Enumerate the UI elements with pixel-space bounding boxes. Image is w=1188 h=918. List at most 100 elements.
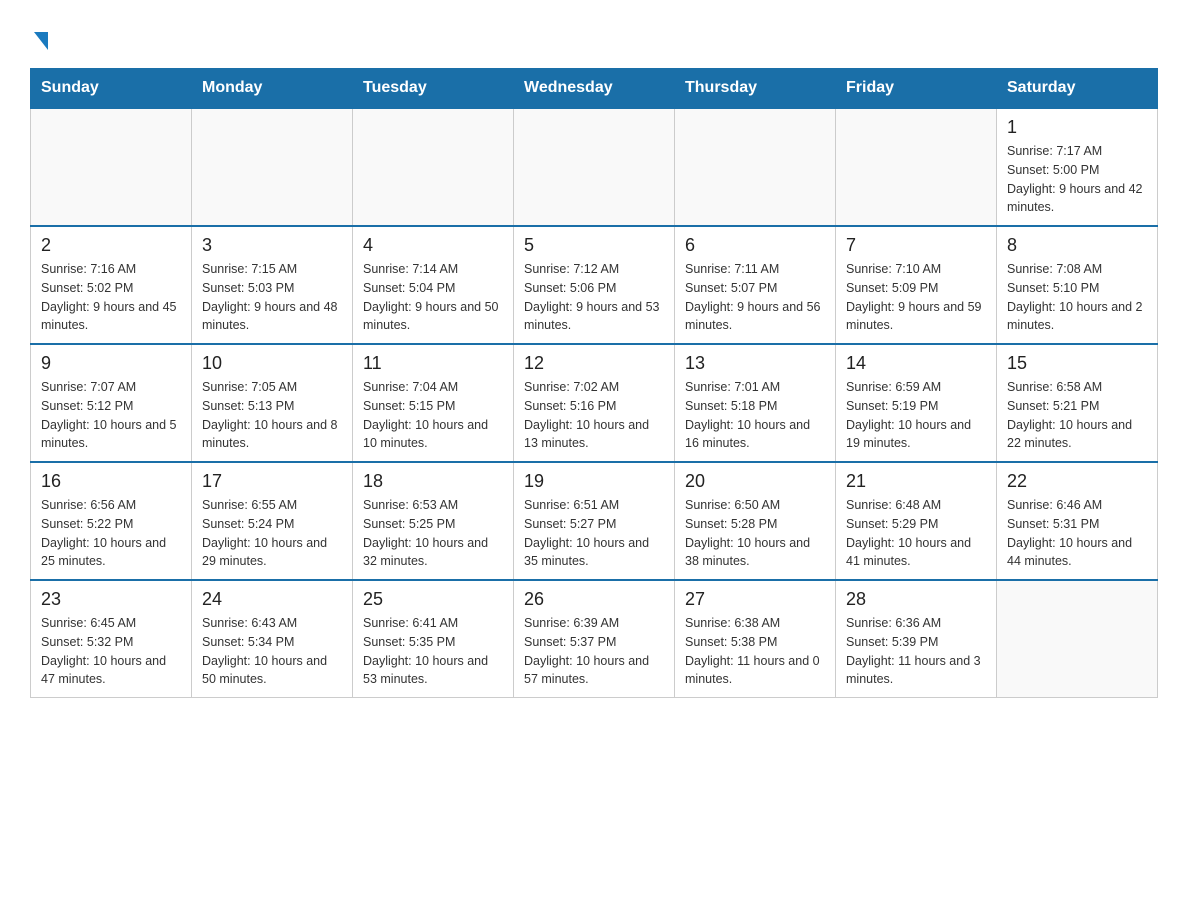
day-info: Sunrise: 6:36 AMSunset: 5:39 PMDaylight:… — [846, 614, 986, 689]
weekday-header-saturday: Saturday — [997, 69, 1158, 109]
logo-arrow-icon — [34, 32, 48, 50]
calendar-cell: 28Sunrise: 6:36 AMSunset: 5:39 PMDayligh… — [836, 580, 997, 698]
weekday-header-monday: Monday — [192, 69, 353, 109]
calendar-cell: 27 Sunrise: 6:38 AMSunset: 5:38 PMDayligh… — [675, 580, 836, 698]
day-info: Sunrise: 6:50 AMSunset: 5:28 PMDaylight:… — [685, 496, 825, 571]
calendar-cell: 5 Sunrise: 7:12 AMSunset: 5:06 PMDaylight… — [514, 226, 675, 344]
calendar-cell: 16 Sunrise: 6:56 AMSunset: 5:22 PMDayligh… — [31, 462, 192, 580]
calendar-cell — [192, 108, 353, 226]
day-info: Sunrise: 7:04 AMSunset: 5:15 PMDaylight:… — [363, 378, 503, 453]
calendar-cell: 23 Sunrise: 6:45 AMSunset: 5:32 PMDayligh… — [31, 580, 192, 698]
day-number: 13 — [685, 353, 825, 374]
day-number: 17 — [202, 471, 342, 492]
day-number: 22 — [1007, 471, 1147, 492]
calendar-cell: 21 Sunrise: 6:48 AMSunset: 5:29 PMDayligh… — [836, 462, 997, 580]
calendar-cell: 25 Sunrise: 6:41 AMSunset: 5:35 PMDayligh… — [353, 580, 514, 698]
calendar-cell: 4 Sunrise: 7:14 AMSunset: 5:04 PMDaylight… — [353, 226, 514, 344]
calendar-cell: 15 Sunrise: 6:58 AMSunset: 5:21 PMDayligh… — [997, 344, 1158, 462]
day-info: Sunrise: 6:53 AMSunset: 5:25 PMDaylight:… — [363, 496, 503, 571]
calendar-cell — [31, 108, 192, 226]
day-info: Sunrise: 6:56 AMSunset: 5:22 PMDaylight:… — [41, 496, 181, 571]
day-number: 25 — [363, 589, 503, 610]
day-info: Sunrise: 6:59 AMSunset: 5:19 PMDaylight:… — [846, 378, 986, 453]
day-number: 26 — [524, 589, 664, 610]
day-number: 10 — [202, 353, 342, 374]
day-info: Sunrise: 6:48 AMSunset: 5:29 PMDaylight:… — [846, 496, 986, 571]
day-info: Sunrise: 7:01 AMSunset: 5:18 PMDaylight:… — [685, 378, 825, 453]
day-info: Sunrise: 6:58 AMSunset: 5:21 PMDaylight:… — [1007, 378, 1147, 453]
day-number: 20 — [685, 471, 825, 492]
week-row-4: 16 Sunrise: 6:56 AMSunset: 5:22 PMDayligh… — [31, 462, 1158, 580]
day-info: Sunrise: 6:51 AMSunset: 5:27 PMDaylight:… — [524, 496, 664, 571]
day-info: Sunrise: 6:55 AMSunset: 5:24 PMDaylight:… — [202, 496, 342, 571]
day-info: Sunrise: 7:15 AMSunset: 5:03 PMDaylight:… — [202, 260, 342, 335]
weekday-header-thursday: Thursday — [675, 69, 836, 109]
day-number: 18 — [363, 471, 503, 492]
day-number: 5 — [524, 235, 664, 256]
day-info: Sunrise: 7:11 AMSunset: 5:07 PMDaylight:… — [685, 260, 825, 335]
day-info: Sunrise: 7:02 AMSunset: 5:16 PMDaylight:… — [524, 378, 664, 453]
day-info: Sunrise: 7:10 AMSunset: 5:09 PMDaylight:… — [846, 260, 986, 335]
day-number: 15 — [1007, 353, 1147, 374]
calendar-table: SundayMondayTuesdayWednesdayThursdayFrid… — [30, 68, 1158, 698]
day-number: 27 — [685, 589, 825, 610]
day-number: 9 — [41, 353, 181, 374]
day-number: 2 — [41, 235, 181, 256]
day-info: Sunrise: 6:38 AMSunset: 5:38 PMDaylight:… — [685, 614, 825, 689]
week-row-1: 1 Sunrise: 7:17 AMSunset: 5:00 PMDaylight… — [31, 108, 1158, 226]
calendar-cell — [675, 108, 836, 226]
day-number: 4 — [363, 235, 503, 256]
week-row-5: 23 Sunrise: 6:45 AMSunset: 5:32 PMDayligh… — [31, 580, 1158, 698]
day-number: 6 — [685, 235, 825, 256]
day-info: Sunrise: 6:45 AMSunset: 5:32 PMDaylight:… — [41, 614, 181, 689]
calendar-cell: 20 Sunrise: 6:50 AMSunset: 5:28 PMDayligh… — [675, 462, 836, 580]
day-info: Sunrise: 7:05 AMSunset: 5:13 PMDaylight:… — [202, 378, 342, 453]
day-number: 24 — [202, 589, 342, 610]
calendar-cell: 6 Sunrise: 7:11 AMSunset: 5:07 PMDaylight… — [675, 226, 836, 344]
day-number: 23 — [41, 589, 181, 610]
day-number: 11 — [363, 353, 503, 374]
weekday-header-wednesday: Wednesday — [514, 69, 675, 109]
day-info: Sunrise: 7:07 AMSunset: 5:12 PMDaylight:… — [41, 378, 181, 453]
day-info: Sunrise: 7:12 AMSunset: 5:06 PMDaylight:… — [524, 260, 664, 335]
weekday-header-sunday: Sunday — [31, 69, 192, 109]
day-number: 19 — [524, 471, 664, 492]
calendar-cell: 1 Sunrise: 7:17 AMSunset: 5:00 PMDaylight… — [997, 108, 1158, 226]
day-info: Sunrise: 7:16 AMSunset: 5:02 PMDaylight:… — [41, 260, 181, 335]
calendar-cell: 14Sunrise: 6:59 AMSunset: 5:19 PMDayligh… — [836, 344, 997, 462]
day-number: 7 — [846, 235, 986, 256]
calendar-cell: 24 Sunrise: 6:43 AMSunset: 5:34 PMDayligh… — [192, 580, 353, 698]
calendar-cell — [836, 108, 997, 226]
day-number: 1 — [1007, 117, 1147, 138]
day-info: Sunrise: 6:43 AMSunset: 5:34 PMDaylight:… — [202, 614, 342, 689]
day-number: 12 — [524, 353, 664, 374]
weekday-header-tuesday: Tuesday — [353, 69, 514, 109]
weekday-header-row: SundayMondayTuesdayWednesdayThursdayFrid… — [31, 69, 1158, 109]
day-info: Sunrise: 6:46 AMSunset: 5:31 PMDaylight:… — [1007, 496, 1147, 571]
day-info: Sunrise: 7:17 AMSunset: 5:00 PMDaylight:… — [1007, 142, 1147, 217]
calendar-cell — [514, 108, 675, 226]
calendar-cell: 11 Sunrise: 7:04 AMSunset: 5:15 PMDayligh… — [353, 344, 514, 462]
logo — [30, 20, 48, 50]
day-info: Sunrise: 7:14 AMSunset: 5:04 PMDaylight:… — [363, 260, 503, 335]
day-info: Sunrise: 6:41 AMSunset: 5:35 PMDaylight:… — [363, 614, 503, 689]
day-info: Sunrise: 6:39 AMSunset: 5:37 PMDaylight:… — [524, 614, 664, 689]
calendar-cell: 7 Sunrise: 7:10 AMSunset: 5:09 PMDaylight… — [836, 226, 997, 344]
calendar-cell: 9 Sunrise: 7:07 AMSunset: 5:12 PMDaylight… — [31, 344, 192, 462]
day-number: 3 — [202, 235, 342, 256]
calendar-cell — [997, 580, 1158, 698]
calendar-cell — [353, 108, 514, 226]
day-number: 21 — [846, 471, 986, 492]
day-number: 8 — [1007, 235, 1147, 256]
logo-general-text — [30, 28, 48, 50]
calendar-cell: 2 Sunrise: 7:16 AMSunset: 5:02 PMDaylight… — [31, 226, 192, 344]
week-row-2: 2 Sunrise: 7:16 AMSunset: 5:02 PMDaylight… — [31, 226, 1158, 344]
calendar-cell: 26 Sunrise: 6:39 AMSunset: 5:37 PMDayligh… — [514, 580, 675, 698]
calendar-cell: 3 Sunrise: 7:15 AMSunset: 5:03 PMDaylight… — [192, 226, 353, 344]
calendar-cell: 22 Sunrise: 6:46 AMSunset: 5:31 PMDayligh… — [997, 462, 1158, 580]
day-number: 16 — [41, 471, 181, 492]
calendar-cell: 10 Sunrise: 7:05 AMSunset: 5:13 PMDayligh… — [192, 344, 353, 462]
calendar-cell: 18 Sunrise: 6:53 AMSunset: 5:25 PMDayligh… — [353, 462, 514, 580]
calendar-cell: 19 Sunrise: 6:51 AMSunset: 5:27 PMDayligh… — [514, 462, 675, 580]
calendar-cell: 17 Sunrise: 6:55 AMSunset: 5:24 PMDayligh… — [192, 462, 353, 580]
